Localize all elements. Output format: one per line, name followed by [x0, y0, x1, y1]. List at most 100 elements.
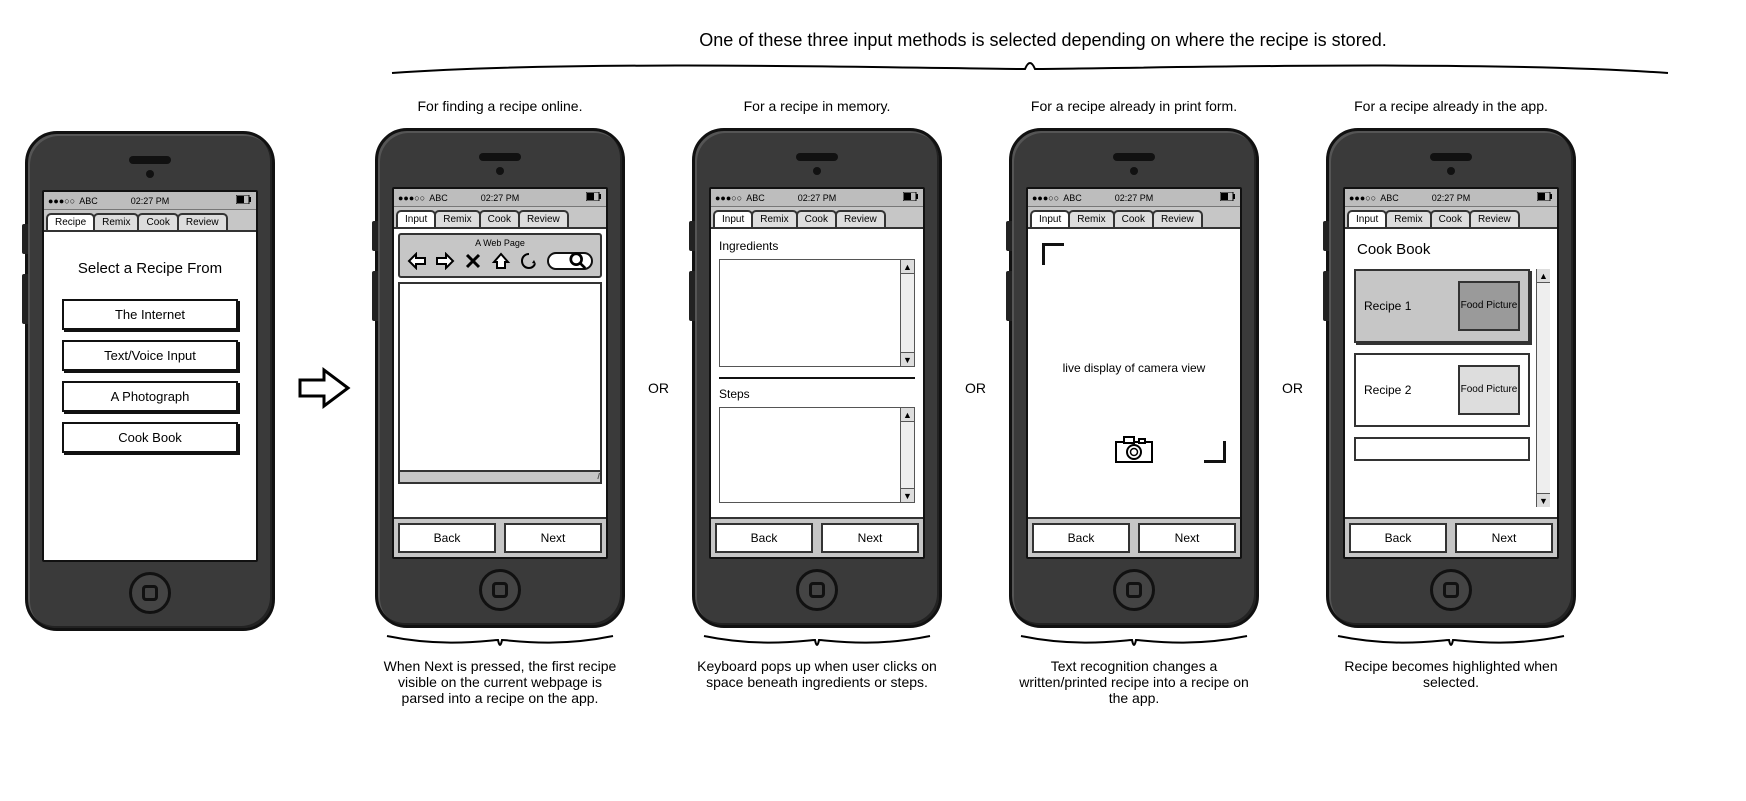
steps-textarea[interactable]: ▲ ▼ [719, 407, 915, 503]
back-button[interactable]: Back [1349, 523, 1447, 553]
tab-bar: Input Remix Cook Review [1345, 207, 1557, 229]
tab-review[interactable]: Review [835, 210, 886, 227]
tab-remix[interactable]: Remix [751, 210, 797, 227]
browser-title-label: A Web Page [406, 238, 594, 248]
nav-home-icon[interactable] [491, 252, 511, 270]
tab-cook[interactable]: Cook [796, 210, 837, 227]
next-button[interactable]: Next [504, 523, 602, 553]
scroll-up-icon[interactable]: ▲ [901, 260, 914, 274]
scroll-down-icon[interactable]: ▼ [901, 352, 914, 366]
recipe-card[interactable] [1354, 437, 1530, 461]
phone-mock-textinput: ●●●○○ ABC 02:27 PM Input Remix Cook Revi… [692, 128, 942, 628]
source-photograph-button[interactable]: A Photograph [62, 381, 238, 412]
camera-icon [1114, 434, 1154, 464]
back-button[interactable]: Back [715, 523, 813, 553]
caption-bottom-text: Keyboard pops up when user clicks on spa… [692, 658, 942, 718]
tab-bar: Recipe Remix Cook Review [44, 210, 256, 232]
tab-cook[interactable]: Cook [479, 210, 520, 227]
status-bar: ●●●○○ ABC 02:27 PM [394, 189, 606, 207]
caption-top-browser: For finding a recipe online. [418, 98, 583, 118]
scrollbar[interactable]: ▲ ▼ [900, 408, 914, 502]
nav-refresh-icon[interactable] [519, 252, 539, 270]
tab-remix[interactable]: Remix [434, 210, 480, 227]
camera-live-label: live display of camera view [1028, 361, 1240, 375]
nav-search-field[interactable] [547, 252, 593, 270]
status-bar: ●●●○○ ABC 02:27 PM [711, 189, 923, 207]
select-title: Select a Recipe From [54, 260, 246, 277]
ingredients-label: Ingredients [719, 239, 915, 253]
nav-stop-icon[interactable] [463, 252, 483, 270]
viewfinder-corner-tl-icon [1042, 243, 1064, 265]
back-button[interactable]: Back [398, 523, 496, 553]
tab-bar: Input Remix Cook Review [1028, 207, 1240, 229]
brace-top-icon [390, 57, 1670, 75]
or-divider: OR [648, 380, 669, 396]
clock: 02:27 PM [1345, 193, 1557, 203]
next-button[interactable]: Next [1455, 523, 1553, 553]
tab-cook[interactable]: Cook [1113, 210, 1154, 227]
brace-bottom-icon [385, 634, 615, 650]
tab-input[interactable]: Input [713, 210, 753, 227]
phone-mock-camera: ●●●○○ ABC 02:27 PM Input Remix Cook Revi… [1009, 128, 1259, 628]
steps-label: Steps [719, 387, 915, 401]
tab-review[interactable]: Review [177, 213, 228, 230]
ingredients-textarea[interactable]: ▲ ▼ [719, 259, 915, 367]
scroll-down-icon[interactable]: ▼ [901, 488, 914, 502]
phone-mock-browser: ●●●○○ ABC 02:27 PM Input Remix Cook Revi… [375, 128, 625, 628]
scrollbar[interactable]: ▲ ▼ [1536, 269, 1550, 507]
source-textvoice-button[interactable]: Text/Voice Input [62, 340, 238, 371]
next-button[interactable]: Next [1138, 523, 1236, 553]
search-icon [568, 252, 588, 270]
viewfinder-corner-br-icon [1204, 441, 1226, 463]
recipe-name: Recipe 2 [1364, 383, 1411, 397]
next-button[interactable]: Next [821, 523, 919, 553]
phone-mock-select: ●●●○○ ABC 02:27 PM Recipe Remix Cook Rev… [25, 131, 275, 631]
home-button[interactable] [796, 569, 838, 611]
food-picture-placeholder: Food Picture [1458, 281, 1520, 331]
tab-cook[interactable]: Cook [1430, 210, 1471, 227]
home-button[interactable] [1430, 569, 1472, 611]
caption-bottom-camera: Text recognition changes a written/print… [1009, 658, 1259, 718]
resize-grip-icon: /// [597, 472, 598, 481]
recipe-card[interactable]: Recipe 1 Food Picture [1354, 269, 1530, 343]
recipe-card[interactable]: Recipe 2 Food Picture [1354, 353, 1530, 427]
scrollbar[interactable]: ▲ ▼ [900, 260, 914, 366]
status-bar: ●●●○○ ABC 02:27 PM [1345, 189, 1557, 207]
tab-review[interactable]: Review [518, 210, 569, 227]
scroll-up-icon[interactable]: ▲ [1537, 269, 1550, 283]
tab-input[interactable]: Input [396, 210, 436, 227]
tab-remix[interactable]: Remix [1068, 210, 1114, 227]
tab-remix[interactable]: Remix [1385, 210, 1431, 227]
shutter-button[interactable] [1114, 434, 1154, 467]
cookbook-title: Cook Book [1357, 241, 1551, 258]
caption-bottom-cookbook: Recipe becomes highlighted when selected… [1326, 658, 1576, 718]
section-divider [719, 377, 915, 379]
tab-input[interactable]: Input [1030, 210, 1070, 227]
phone-mock-cookbook: ●●●○○ ABC 02:27 PM Input Remix Cook Revi… [1326, 128, 1576, 628]
status-bar: ●●●○○ ABC 02:27 PM [44, 192, 256, 210]
tab-review[interactable]: Review [1469, 210, 1520, 227]
home-button[interactable] [1113, 569, 1155, 611]
tab-input[interactable]: Input [1347, 210, 1387, 227]
home-button[interactable] [479, 569, 521, 611]
source-internet-button[interactable]: The Internet [62, 299, 238, 330]
home-button[interactable] [129, 572, 171, 614]
clock: 02:27 PM [1028, 193, 1240, 203]
source-cookbook-button[interactable]: Cook Book [62, 422, 238, 453]
tab-remix[interactable]: Remix [93, 213, 139, 230]
tab-bar: Input Remix Cook Review [711, 207, 923, 229]
scroll-up-icon[interactable]: ▲ [901, 408, 914, 422]
nav-back-icon[interactable] [407, 252, 427, 270]
browser-viewport[interactable] [398, 282, 602, 472]
caption-top-spacer [148, 101, 152, 121]
caption-top-camera: For a recipe already in print form. [1031, 98, 1237, 118]
nav-forward-icon[interactable] [435, 252, 455, 270]
recipe-name: Recipe 1 [1364, 299, 1411, 313]
or-divider: OR [1282, 380, 1303, 396]
tab-cook[interactable]: Cook [137, 213, 178, 230]
tab-recipe[interactable]: Recipe [46, 213, 95, 230]
flow-arrow-icon [298, 366, 352, 410]
tab-review[interactable]: Review [1152, 210, 1203, 227]
back-button[interactable]: Back [1032, 523, 1130, 553]
scroll-down-icon[interactable]: ▼ [1537, 493, 1550, 507]
